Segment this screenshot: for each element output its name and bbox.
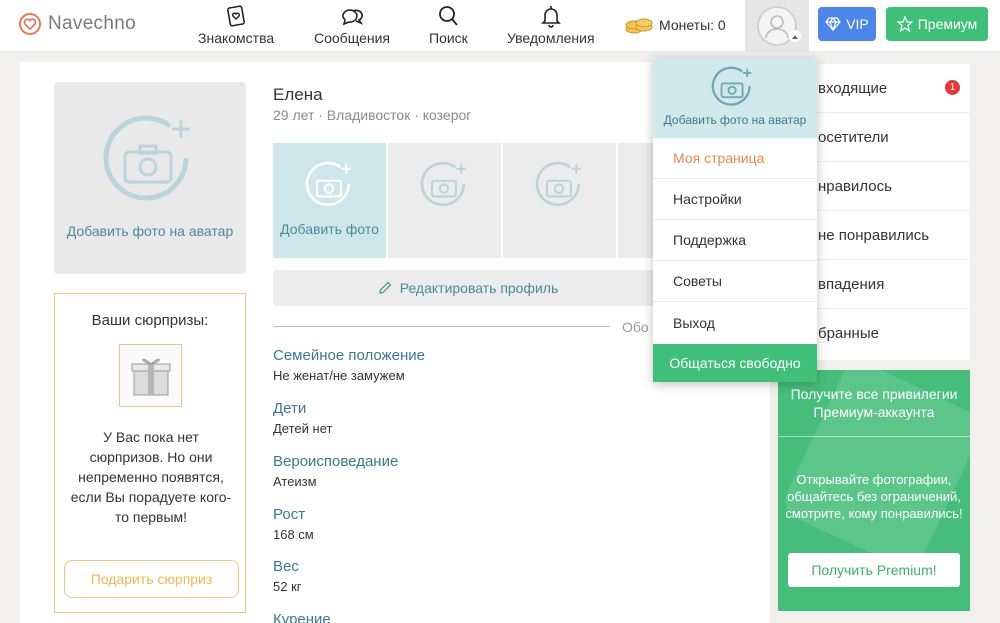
camera-plus-icon — [103, 115, 190, 201]
photo-slot[interactable] — [618, 143, 658, 258]
unread-badge: 1 — [945, 80, 960, 95]
menu-item-tips[interactable]: Советы — [653, 261, 817, 302]
field-value-religion: Атеизм — [273, 474, 317, 489]
add-avatar-label: Добавить фото на аватар — [66, 223, 234, 239]
user-menu-button[interactable] — [745, 0, 809, 52]
user-dropdown-menu: Добавить фото на аватар Моя страница Нас… — [653, 58, 817, 382]
premium-button[interactable]: Премиум — [886, 7, 988, 41]
diamond-icon — [825, 17, 841, 31]
add-avatar-photo[interactable]: Добавить фото на аватар — [54, 82, 246, 274]
field-label-children: Дети — [273, 400, 307, 417]
nav-dating[interactable]: Знакомства — [198, 4, 274, 46]
coins-balance[interactable]: Монеты: 0 — [624, 15, 726, 35]
edit-profile-label: Редактировать профиль — [399, 280, 559, 296]
field-label-height: Рост — [273, 506, 306, 523]
field-value-weight: 52 кг — [273, 579, 302, 594]
nav-messages[interactable]: Сообщения — [314, 4, 390, 46]
dropdown-add-avatar[interactable]: Добавить фото на аватар — [653, 58, 817, 138]
camera-plus-icon — [711, 66, 752, 106]
heart-logo-icon — [19, 13, 41, 35]
section-divider — [273, 326, 610, 327]
field-value-marital: Не женат/не замужем — [273, 368, 405, 383]
premium-label: Премиум — [917, 16, 978, 32]
pencil-icon — [378, 281, 392, 294]
nav-notifications[interactable]: Уведомления — [507, 4, 595, 46]
right-menu-item-label: нравилось — [818, 177, 892, 195]
surprises-text: У Вас пока нет сюрпризов. Но они непреме… — [70, 429, 232, 525]
right-menu-item-label: бранные — [818, 325, 879, 342]
field-label-marital: Семейное положение — [273, 347, 425, 364]
nav-search[interactable]: Поиск — [429, 4, 468, 46]
photo-slot[interactable] — [388, 143, 501, 258]
premium-promo: Получите все привилегии Премиум-аккаунта… — [778, 370, 970, 611]
field-label-religion: Вероисповедание — [273, 453, 399, 470]
star-icon — [896, 16, 913, 32]
edit-profile-button[interactable]: Редактировать профиль — [273, 270, 663, 306]
logo-text: Navechno — [48, 13, 136, 34]
add-photo-label: Добавить фото — [280, 221, 379, 237]
nav-dating-label: Знакомства — [198, 30, 275, 46]
camera-plus-icon — [420, 161, 466, 207]
field-value-children: Детей нет — [273, 421, 333, 436]
camera-plus-icon — [305, 161, 351, 207]
chat-bubbles-icon — [342, 9, 364, 26]
field-value-height: 168 см — [273, 527, 314, 542]
field-label-weight: Вес — [273, 558, 299, 575]
add-photo-tile[interactable]: Добавить фото — [273, 143, 386, 258]
nav-search-label: Поиск — [429, 30, 468, 46]
get-premium-button[interactable]: Получить Premium! — [788, 553, 960, 587]
search-icon — [439, 6, 459, 26]
surprises-panel: Ваши сюрпризы: У Вас пока нет сюрпризов.… — [54, 293, 246, 613]
cards-heart-icon — [227, 5, 246, 27]
nav-messages-label: Сообщения — [314, 30, 390, 46]
chat-freely-button[interactable]: Общаться свободно — [653, 344, 817, 382]
photo-slot[interactable] — [503, 143, 616, 258]
promo-title: Получите все привилегии Премиум-аккаунта — [790, 386, 958, 420]
right-menu-item-label: не понравились — [818, 226, 930, 244]
gift-box-icon — [131, 358, 170, 395]
promo-text: Открывайте фотографии, общайтесь без огр… — [785, 472, 963, 521]
give-surprise-button[interactable]: Подарить сюрприз — [64, 560, 239, 598]
right-menu-item-label: осетители — [818, 128, 889, 146]
menu-item-settings[interactable]: Настройки — [653, 179, 817, 220]
avatar — [757, 6, 801, 46]
caret-up-icon — [789, 30, 801, 42]
menu-item-my-page[interactable]: Моя страница — [653, 138, 817, 179]
vip-label: VIP — [846, 16, 869, 32]
gift-placeholder — [119, 344, 182, 407]
promo-separator — [778, 436, 970, 437]
field-label-smoking: Курение — [273, 611, 331, 623]
right-menu-item-label: впадения — [818, 275, 885, 293]
surprises-title: Ваши сюрпризы: — [91, 312, 209, 329]
profile-meta: 29 лет · Владивосток · козерог — [273, 107, 472, 123]
dropdown-add-avatar-label: Добавить фото на аватар — [663, 113, 807, 127]
logo[interactable]: Navechno — [18, 12, 136, 36]
menu-item-support[interactable]: Поддержка — [653, 220, 817, 261]
vip-button[interactable]: VIP — [818, 7, 876, 41]
bell-icon — [540, 6, 561, 28]
nav-notifications-label: Уведомления — [507, 30, 595, 46]
coins-icon — [625, 18, 653, 34]
section-divider-label: Обо — [622, 319, 649, 335]
coins-label: Монеты: 0 — [659, 17, 726, 33]
camera-plus-icon — [535, 161, 581, 207]
menu-item-logout[interactable]: Выход — [653, 302, 817, 343]
profile-name: Елена — [273, 85, 323, 104]
right-menu-item-label: входящие — [818, 79, 888, 97]
top-header: Navechno Знакомства Сообщения Поиск Увед… — [0, 0, 1000, 52]
